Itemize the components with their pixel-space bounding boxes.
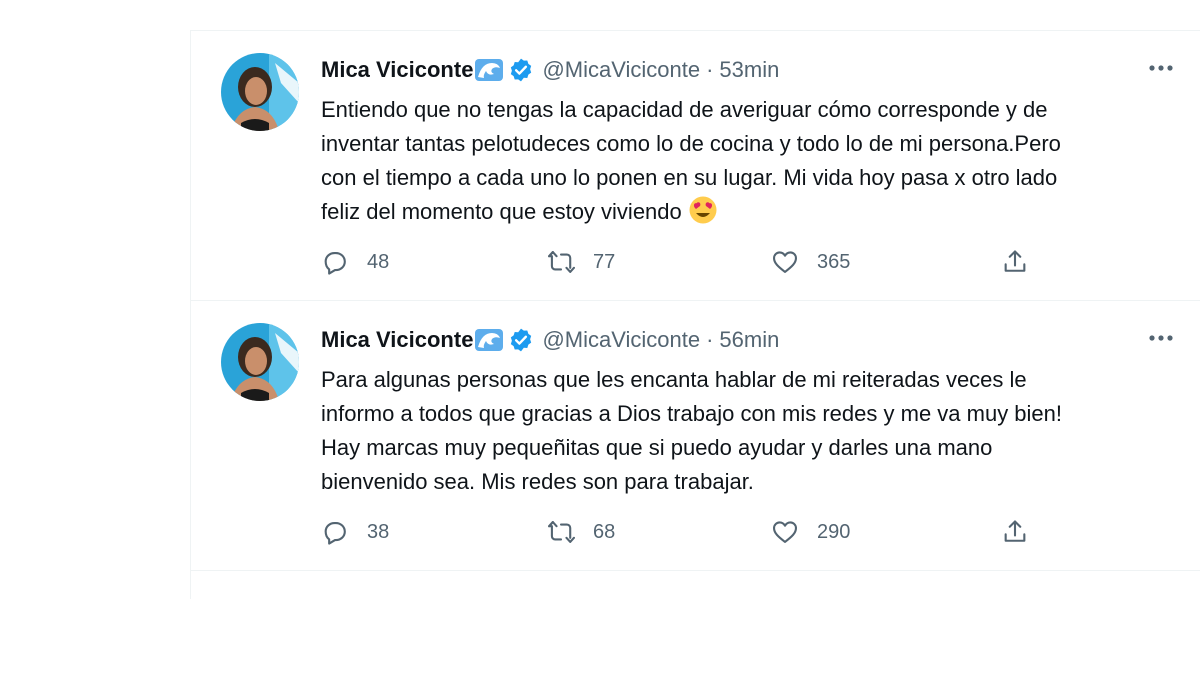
like-button[interactable]: 290: [771, 517, 850, 547]
reply-button[interactable]: 48: [321, 247, 389, 277]
reply-icon: [324, 521, 346, 545]
like-count: 290: [817, 520, 851, 543]
heart-icon: [772, 521, 798, 543]
verified-badge-icon: [508, 327, 534, 353]
avatar[interactable]: [221, 53, 299, 131]
share-button[interactable]: [1001, 517, 1029, 547]
timestamp[interactable]: 56min: [719, 327, 779, 353]
share-icon: [1004, 250, 1026, 272]
heart-icon: [772, 251, 798, 273]
retweet-count: 77: [593, 250, 616, 273]
reply-icon: [324, 251, 346, 275]
smiling-face-with-heart-eyes-icon: [688, 195, 718, 225]
retweet-button[interactable]: 77: [547, 247, 615, 277]
water-wave-icon: [474, 57, 504, 83]
tweet-text-body: Para algunas personas que les encanta ha…: [321, 367, 1063, 494]
like-count: 365: [817, 250, 851, 273]
retweet-icon: [548, 521, 575, 543]
reply-count: 38: [367, 520, 390, 543]
verified-badge-icon: [508, 57, 534, 83]
tweet[interactable]: Mica Viciconte @MicaViciconte · 56min Pa…: [191, 301, 1200, 571]
water-wave-icon: [474, 327, 504, 353]
timestamp[interactable]: 53min: [719, 57, 779, 83]
retweet-count: 68: [593, 520, 616, 543]
avatar[interactable]: [221, 323, 299, 401]
tweet-text: Entiendo que no tengas la capacidad de a…: [321, 93, 1191, 229]
more-icon[interactable]: [1147, 61, 1175, 75]
reply-button[interactable]: 38: [321, 517, 389, 547]
tweet-text: Para algunas personas que les encanta ha…: [321, 363, 1191, 499]
separator-dot: ·: [706, 327, 714, 352]
tweet-header: Mica Viciconte @MicaViciconte · 53min: [321, 55, 779, 85]
author-name[interactable]: Mica Viciconte: [321, 327, 473, 353]
reply-count: 48: [367, 250, 390, 273]
author-handle[interactable]: @MicaViciconte: [542, 57, 700, 83]
like-button[interactable]: 365: [771, 247, 850, 277]
share-icon: [1004, 520, 1026, 542]
retweet-icon: [548, 251, 575, 273]
tweet-header: Mica Viciconte @MicaViciconte · 56min: [321, 325, 779, 355]
share-button[interactable]: [1001, 247, 1029, 277]
retweet-button[interactable]: 68: [547, 517, 615, 547]
timeline: Mica Viciconte @MicaViciconte · 53min En…: [190, 30, 1200, 599]
separator-dot: ·: [706, 57, 714, 82]
more-icon[interactable]: [1147, 331, 1175, 345]
author-name[interactable]: Mica Viciconte: [321, 57, 473, 83]
tweet-actions: 38 68 290: [321, 517, 1041, 547]
tweet-actions: 48 77 365: [321, 247, 1041, 277]
tweet[interactable]: Mica Viciconte @MicaViciconte · 53min En…: [191, 31, 1200, 301]
author-handle[interactable]: @MicaViciconte: [542, 327, 700, 353]
